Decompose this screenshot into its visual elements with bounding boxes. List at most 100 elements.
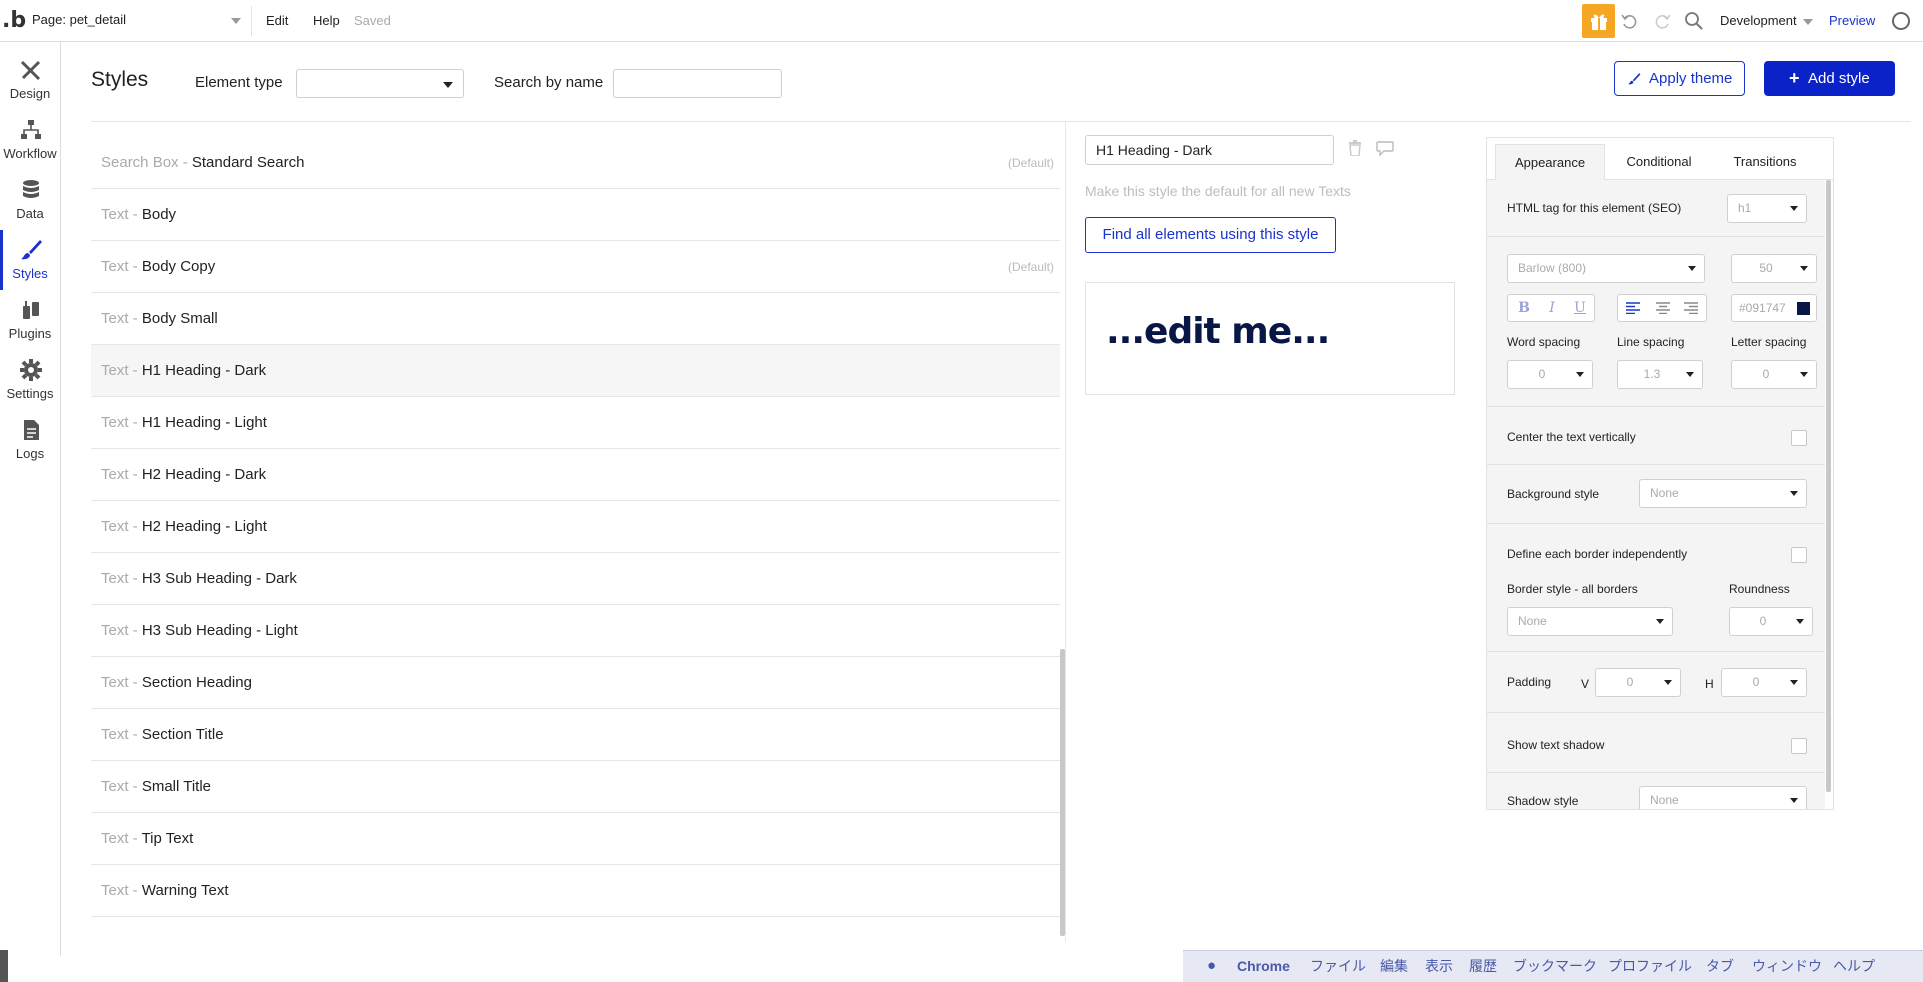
line-spacing-dropdown[interactable]: 1.3 [1617,360,1703,389]
account-icon[interactable] [1892,12,1910,30]
data-icon [23,180,39,198]
nav-styles[interactable]: Styles [0,230,60,290]
border-style-label: Border style - all borders [1507,582,1638,596]
padding-h-dropdown[interactable]: 0 [1721,668,1807,697]
apply-theme-label: Apply theme [1649,70,1733,87]
comment-icon[interactable] [1376,141,1394,156]
html-tag-dropdown[interactable]: h1 [1727,194,1807,223]
default-style-note[interactable]: Make this style the default for all new … [1085,183,1351,199]
find-elements-button[interactable]: Find all elements using this style [1085,217,1336,253]
shadow-style-dropdown[interactable]: None [1639,786,1807,809]
nav-settings[interactable]: Settings [0,350,60,410]
roundness-dropdown[interactable]: 0 [1729,607,1813,636]
menu-bookmarks[interactable]: ブックマーク [1513,952,1597,980]
gift-button[interactable] [1582,4,1615,38]
style-type-label: Text - [101,206,142,223]
font-family-dropdown[interactable]: Barlow (800) [1507,254,1705,283]
chevron-down-icon [1802,18,1813,25]
style-row[interactable]: Text - Body [91,189,1060,241]
apply-theme-button[interactable]: Apply theme [1614,61,1745,96]
text-format-group: B I U [1507,294,1595,322]
design-icon [20,60,41,81]
panel-scrollbar[interactable] [1826,180,1831,792]
tab-conditional[interactable]: Conditional [1609,144,1709,180]
word-spacing-dropdown[interactable]: 0 [1507,360,1593,389]
style-row[interactable]: Text - Section Title [91,709,1060,761]
nav-styles-label: Styles [12,266,48,281]
style-row[interactable]: Text - Tip Text [91,813,1060,865]
style-list-scrollbar[interactable] [1060,649,1065,936]
style-row[interactable]: Text - H3 Sub Heading - Dark [91,553,1060,605]
menu-edit-jp[interactable]: 編集 [1380,952,1408,980]
color-swatch[interactable] [1797,302,1810,315]
border-style-dropdown[interactable]: None [1507,607,1673,636]
menu-view[interactable]: 表示 [1425,952,1453,980]
style-type-label: Text - [101,674,142,691]
style-row[interactable]: Text - H1 Heading - Dark [91,345,1060,397]
background-style-dropdown[interactable]: None [1639,479,1807,508]
bold-button[interactable]: B [1510,295,1538,321]
font-size-dropdown[interactable]: 50 [1731,254,1817,283]
text-shadow-checkbox[interactable] [1791,738,1807,754]
align-center-icon[interactable] [1656,302,1670,314]
style-row[interactable]: Text - H2 Heading - Light [91,501,1060,553]
style-row[interactable]: Text - Small Title [91,761,1060,813]
style-name-label: Body Copy [141,258,216,275]
style-row[interactable]: Text - H2 Heading - Dark [91,449,1060,501]
search-by-name-input[interactable] [613,69,782,98]
menu-profile[interactable]: プロファイル [1608,952,1692,980]
tab-transitions[interactable]: Transitions [1713,144,1817,180]
tab-appearance[interactable]: Appearance [1495,144,1605,180]
trash-icon[interactable] [1348,140,1362,156]
style-row[interactable]: Text - Section Heading [91,657,1060,709]
style-name-label: Body Small [141,310,218,327]
style-row[interactable]: Search Box - Standard Search (Default) [91,137,1060,189]
border-independent-checkbox[interactable] [1791,547,1807,563]
center-vertical-checkbox[interactable] [1791,430,1807,446]
align-right-icon[interactable] [1684,302,1698,314]
nav-workflow[interactable]: Workflow [0,110,60,170]
bubble-logo[interactable]: .b [2,8,26,34]
style-name-label: H3 Sub Heading - Dark [141,570,297,587]
padding-label: Padding [1507,675,1552,689]
menu-app-chrome[interactable]: Chrome [1237,952,1290,980]
nav-plugins[interactable]: Plugins [0,290,60,350]
style-row[interactable]: Text - Body Copy (Default) [91,241,1060,293]
nav-data[interactable]: Data [0,170,60,230]
chevron-down-icon [1790,491,1798,496]
menu-tab[interactable]: タブ [1706,952,1734,980]
plus-icon: + [1789,68,1800,88]
element-type-dropdown[interactable] [296,69,464,98]
menu-window[interactable]: ウィンドウ [1752,952,1822,980]
menu-history[interactable]: 履歴 [1469,952,1497,980]
top-bar: .b Page: pet_detail Edit Help Saved Deve… [0,0,1923,42]
style-type-label: Text - [101,622,142,639]
environment-selector[interactable]: Development [1720,13,1813,28]
undo-icon[interactable] [1619,10,1641,32]
add-style-button[interactable]: + Add style [1764,61,1895,96]
menu-help[interactable]: Help [313,6,340,36]
preview-link[interactable]: Preview [1829,13,1875,28]
chevron-down-icon [1790,680,1798,685]
align-left-icon[interactable] [1626,302,1640,314]
letter-spacing-dropdown[interactable]: 0 [1731,360,1817,389]
style-row[interactable]: Text - H1 Heading - Light [91,397,1060,449]
italic-button[interactable]: I [1538,295,1566,321]
style-name-input[interactable] [1085,135,1334,165]
preview-text[interactable]: ...edit me... [1106,311,1330,352]
text-color-field[interactable]: #091747 [1731,294,1817,322]
menu-edit[interactable]: Edit [266,6,288,36]
redo-icon[interactable] [1651,10,1673,32]
menu-help-jp[interactable]: ヘルプ [1833,952,1875,980]
style-row[interactable]: Text - H3 Sub Heading - Light [91,605,1060,657]
apple-icon[interactable]: ● [1207,952,1216,980]
page-selector[interactable]: Page: pet_detail [24,6,252,36]
search-icon[interactable] [1683,10,1705,32]
padding-v-dropdown[interactable]: 0 [1595,668,1681,697]
underline-button[interactable]: U [1566,295,1594,321]
style-row[interactable]: Text - Warning Text [91,865,1060,917]
nav-logs[interactable]: Logs [0,410,60,470]
style-row[interactable]: Text - Body Small [91,293,1060,345]
nav-design[interactable]: Design [0,50,60,110]
menu-file[interactable]: ファイル [1310,952,1366,980]
